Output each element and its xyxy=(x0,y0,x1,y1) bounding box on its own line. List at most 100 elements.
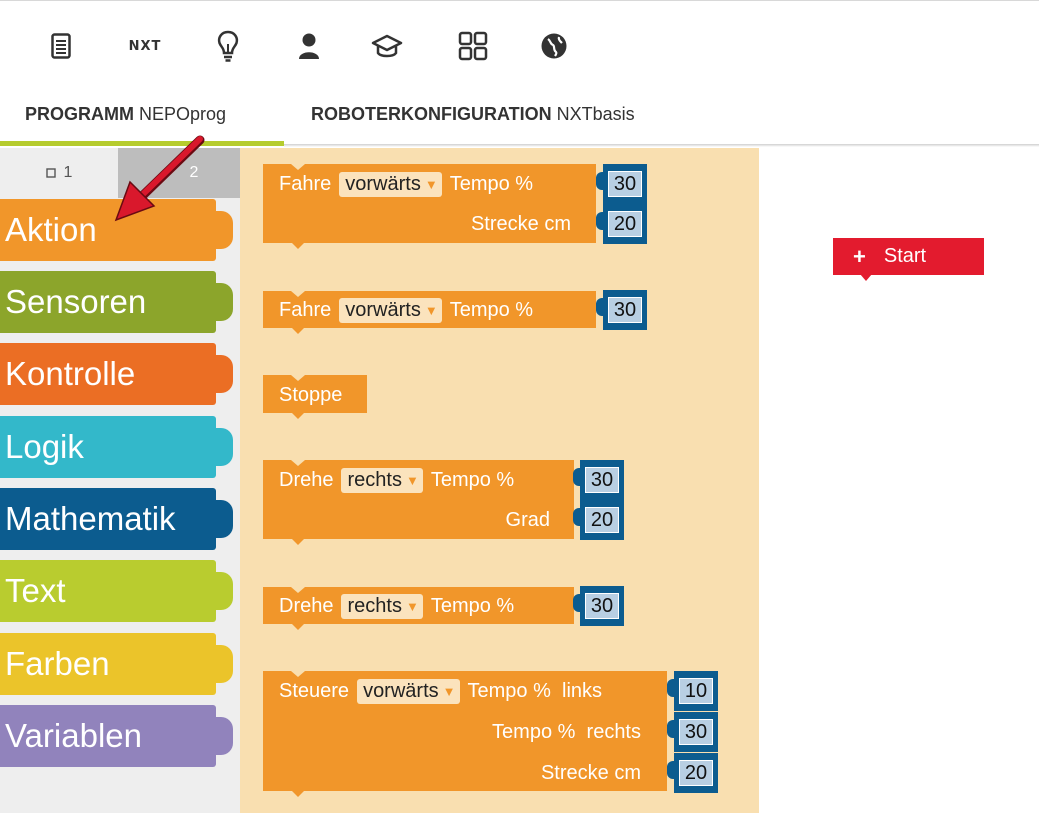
number-field[interactable]: 30 xyxy=(679,719,713,745)
direction-dropdown[interactable]: rechts ▼ xyxy=(341,467,423,493)
dropdown-value: rechts xyxy=(347,468,402,491)
param-label: Tempo % xyxy=(430,468,515,491)
category-connector xyxy=(213,355,233,393)
param-label: Strecke cm xyxy=(470,212,571,235)
robot-nxt-icon[interactable]: nxt xyxy=(120,26,170,66)
category-connector xyxy=(213,645,233,683)
tab-bar-shadow xyxy=(284,144,1039,147)
category-sensoren[interactable]: Sensoren xyxy=(0,271,233,333)
tab-config-label: ROBOTERKONFIGURATION xyxy=(311,104,552,124)
drive-block[interactable]: Fahre vorwärts ▼ Tempo % xyxy=(263,291,596,334)
category-label: Mathematik xyxy=(5,500,176,537)
stop-block[interactable]: Stoppe xyxy=(263,375,367,419)
number-field[interactable]: 20 xyxy=(585,507,619,533)
steer-block[interactable]: Steuere vorwärts ▼ Tempo % links Tempo % … xyxy=(263,671,667,797)
dropdown-arrow-icon: ▼ xyxy=(442,683,456,699)
dropdown-arrow-icon: ▼ xyxy=(424,176,438,192)
start-block[interactable]: + Start xyxy=(833,238,984,281)
param-label: Tempo % links xyxy=(467,679,603,702)
gallery-grid-icon[interactable] xyxy=(456,26,490,66)
number-field[interactable]: 30 xyxy=(585,593,619,619)
category-text[interactable]: Text xyxy=(0,560,233,622)
category-label: Logik xyxy=(5,428,84,465)
category-variablen[interactable]: Variablen xyxy=(0,705,233,767)
number-value-block[interactable]: 20 xyxy=(573,500,624,540)
input-connector xyxy=(667,679,676,697)
block-label: Fahre xyxy=(279,298,332,321)
category-label: Aktion xyxy=(5,211,97,248)
dropdown-value: vorwärts xyxy=(345,298,421,321)
input-connector xyxy=(667,761,676,779)
category-logik[interactable]: Logik xyxy=(0,416,233,478)
category-label: Farben xyxy=(5,645,110,682)
direction-dropdown[interactable]: rechts ▼ xyxy=(341,593,423,619)
category-label: Text xyxy=(5,572,66,609)
globe-icon[interactable] xyxy=(537,26,571,66)
direction-dropdown[interactable]: vorwärts ▼ xyxy=(339,171,442,197)
start-block-notch xyxy=(860,274,872,281)
dropdown-value: vorwärts xyxy=(363,679,439,702)
number-value-block[interactable]: 30 xyxy=(596,164,647,204)
category-mathematik[interactable]: Mathematik xyxy=(0,488,233,550)
pointer-arrow-icon xyxy=(114,135,205,222)
direction-dropdown[interactable]: vorwärts ▼ xyxy=(357,678,460,704)
number-value-block[interactable]: 30 xyxy=(596,290,647,330)
drive-distance-block[interactable]: Fahre vorwärts ▼ Tempo % Strecke cm xyxy=(263,164,596,249)
param-label: Grad xyxy=(505,508,550,531)
number-value-block[interactable]: 30 xyxy=(667,712,718,752)
param-label: Strecke cm xyxy=(540,761,641,784)
top-border xyxy=(0,0,1039,1)
number-field[interactable]: 20 xyxy=(608,211,642,237)
block-label: Drehe xyxy=(279,594,334,617)
dropdown-arrow-icon: ▼ xyxy=(424,302,438,318)
turn-block[interactable]: Drehe rechts ▼ Tempo % xyxy=(263,587,574,630)
user-icon[interactable] xyxy=(294,26,324,66)
number-value-block[interactable]: 20 xyxy=(596,204,647,244)
category-label: Sensoren xyxy=(5,283,147,320)
block-label: Steuere xyxy=(279,679,350,702)
graduation-cap-icon[interactable] xyxy=(369,26,405,66)
turn-degrees-block[interactable]: Drehe rechts ▼ Tempo % Grad xyxy=(263,460,574,545)
category-label: Variablen xyxy=(5,717,142,754)
input-connector xyxy=(596,212,605,230)
number-value-block[interactable]: 20 xyxy=(667,753,718,793)
dropdown-arrow-icon: ▼ xyxy=(405,472,419,488)
level-square-icon xyxy=(45,168,56,178)
number-field[interactable]: 30 xyxy=(585,467,619,493)
plus-icon[interactable]: + xyxy=(853,244,866,270)
param-label: Tempo % rechts xyxy=(492,720,641,743)
direction-dropdown[interactable]: vorwärts ▼ xyxy=(339,297,442,323)
category-farben[interactable]: Farben xyxy=(0,633,233,695)
category-kontrolle[interactable]: Kontrolle xyxy=(0,343,233,405)
number-value-block[interactable]: 10 xyxy=(667,671,718,711)
document-icon[interactable] xyxy=(46,26,76,66)
lightbulb-icon[interactable] xyxy=(211,26,245,66)
block-label: Drehe xyxy=(279,468,334,491)
dropdown-value: vorwärts xyxy=(345,172,421,195)
input-connector xyxy=(573,508,582,526)
category-connector xyxy=(213,717,233,755)
top-menu-bar: nxt xyxy=(0,26,700,66)
number-value-block[interactable]: 30 xyxy=(573,586,624,626)
param-label: Tempo % xyxy=(449,298,534,321)
number-field[interactable]: 30 xyxy=(608,297,642,323)
number-value-block[interactable]: 30 xyxy=(573,460,624,500)
tab-robot-configuration[interactable]: ROBOTERKONFIGURATION NXTbasis xyxy=(311,104,635,148)
number-field[interactable]: 10 xyxy=(679,678,713,704)
start-label: Start xyxy=(883,245,927,267)
tab-program-label: PROGRAMM xyxy=(25,104,134,124)
dropdown-value: rechts xyxy=(347,594,402,617)
robot-nxt-label: nxt xyxy=(128,38,162,54)
input-connector xyxy=(573,594,582,612)
category-connector xyxy=(213,572,233,610)
category-connector xyxy=(213,500,233,538)
tab-config-name: NXTbasis xyxy=(556,104,635,124)
input-connector xyxy=(596,298,605,316)
param-label: Tempo % xyxy=(449,172,534,195)
input-connector xyxy=(573,468,582,486)
block-label: Fahre xyxy=(279,172,332,195)
number-field[interactable]: 20 xyxy=(679,760,713,786)
number-field[interactable]: 30 xyxy=(608,171,642,197)
toolbox-level-1-label: 1 xyxy=(63,164,73,181)
param-label: Tempo % xyxy=(430,594,515,617)
